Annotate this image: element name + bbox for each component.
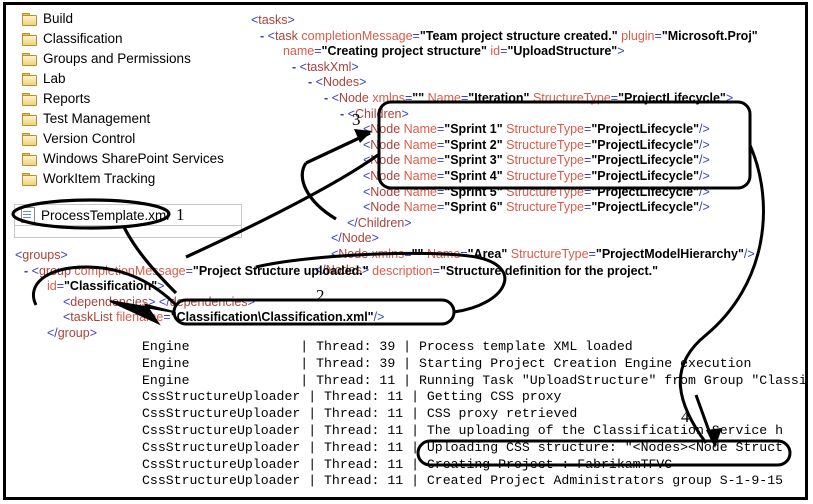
xml-line: <Node Name="Sprint 1" StructureType="Pro…: [362, 122, 710, 137]
explorer-folder-row[interactable]: Build: [14, 9, 254, 29]
xml-line: <tasks>: [250, 13, 295, 27]
process-template-xml-top: <tasks> - <task completionMessage="Team p…: [244, 13, 758, 278]
log-line: Engine | Thread: 39 | Starting Project C…: [142, 355, 752, 371]
explorer-folder-label: Windows SharePoint Services: [43, 151, 224, 166]
log-line: Engine | Thread: 39 | Process template X…: [142, 339, 633, 354]
xml-line: - <Node xmlns="" Name="Iteration" Struct…: [324, 90, 734, 105]
folder-icon: [22, 173, 37, 186]
explorer-folder-row[interactable]: Groups and Permissions: [14, 49, 254, 69]
xml-line: - <Children>: [340, 106, 409, 121]
collapse-toggle-icon[interactable]: -: [260, 29, 268, 43]
explorer-folder-row[interactable]: Test Management: [14, 109, 254, 129]
collapse-toggle-icon[interactable]: -: [308, 75, 316, 89]
explorer-folder-label: Groups and Permissions: [43, 51, 191, 66]
folder-icon: [22, 33, 37, 46]
folder-icon: [22, 53, 37, 66]
xml-line: <Node Name="Sprint 5" StructureType="Pro…: [362, 184, 710, 199]
xml-line: <dependencies> </dependencies>: [62, 294, 255, 309]
collapse-toggle-icon[interactable]: -: [340, 107, 348, 121]
xml-line: - <Nodes>: [308, 75, 367, 90]
xml-line: <Node Name="Sprint 6" StructureType="Pro…: [362, 200, 710, 215]
process-template-xml-groups: <groups> - <group completionMessage="Proj…: [8, 248, 658, 342]
xml-line: <Node Name="Sprint 3" StructureType="Pro…: [362, 153, 710, 168]
log-line: CssStructureUploader | Thread: 11 | Crea…: [142, 473, 784, 489]
explorer-folder-row[interactable]: WorkItem Tracking: [14, 169, 254, 189]
xml-line: <Node Name="Sprint 4" StructureType="Pro…: [362, 168, 710, 183]
folder-icon: [22, 73, 37, 86]
solution-explorer-file-list: Build Classification Groups and Permission…: [14, 9, 254, 189]
engine-log-output: Engine | Thread: 39 | Process template X…: [142, 339, 808, 490]
callout-number-4: 4: [681, 407, 690, 426]
xml-line: </Node>: [330, 231, 379, 246]
log-line: CssStructureUploader | Thread: 11 | The …: [142, 422, 784, 438]
xml-line: name="Creating project structure" id="Up…: [282, 44, 625, 59]
xml-line: - <group completionMessage="Project Stru…: [24, 263, 659, 278]
explorer-folder-label: Test Management: [43, 111, 151, 126]
xml-file-icon: [21, 207, 35, 223]
log-line: CssStructureUploader | Thread: 11 | Crea…: [142, 456, 673, 472]
screenshot-frame: Build Classification Groups and Permission…: [3, 2, 808, 500]
collapse-toggle-icon[interactable]: -: [24, 264, 32, 278]
callout-number-2: 2: [316, 286, 325, 305]
xml-line: - <task completionMessage="Team project …: [260, 28, 758, 43]
explorer-folder-label: WorkItem Tracking: [43, 171, 156, 186]
collapse-toggle-icon[interactable]: -: [292, 60, 300, 74]
log-line: CssStructureUploader | Thread: 11 | Uplo…: [142, 439, 784, 455]
explorer-folder-label: Reports: [43, 91, 91, 106]
folder-icon: [22, 113, 37, 126]
collapse-toggle-icon[interactable]: -: [324, 91, 332, 105]
explorer-folder-row[interactable]: Version Control: [14, 129, 254, 149]
callout-number-3: 3: [352, 110, 361, 129]
log-line: CssStructureUploader | Thread: 11 | Gett…: [142, 389, 562, 405]
explorer-folder-row[interactable]: Windows SharePoint Services: [14, 149, 254, 169]
folder-icon: [22, 153, 37, 166]
folder-icon: [22, 133, 37, 146]
xml-line: id="Classification">: [46, 279, 165, 294]
process-template-file-label: ProcessTemplate.xml: [41, 207, 170, 223]
file-list-empty-row: [14, 226, 242, 238]
folder-icon: [22, 13, 37, 26]
explorer-folder-row[interactable]: Reports: [14, 89, 254, 109]
log-line: CssStructureUploader | Thread: 11 | CSS …: [142, 406, 578, 422]
explorer-folder-label: Classification: [43, 31, 123, 46]
xml-line: - <taskXml>: [292, 59, 359, 74]
process-template-file[interactable]: ProcessTemplate.xml: [14, 204, 242, 226]
callout-number-1: 1: [176, 205, 185, 224]
explorer-folder-label: Build: [43, 11, 74, 26]
log-line: Engine | Thread: 11 | Running Task "Uplo…: [142, 372, 808, 388]
folder-icon: [22, 93, 37, 106]
xml-line: </Children>: [346, 215, 412, 230]
explorer-folder-label: Version Control: [43, 131, 136, 146]
explorer-folder-label: Lab: [43, 71, 66, 86]
xml-line: <taskList filename="Classification\Class…: [62, 310, 385, 325]
explorer-folder-row[interactable]: Classification: [14, 29, 254, 49]
xml-line: <groups>: [14, 248, 68, 262]
explorer-folder-row[interactable]: Lab: [14, 69, 254, 89]
xml-line: <Node Name="Sprint 2" StructureType="Pro…: [362, 137, 710, 152]
